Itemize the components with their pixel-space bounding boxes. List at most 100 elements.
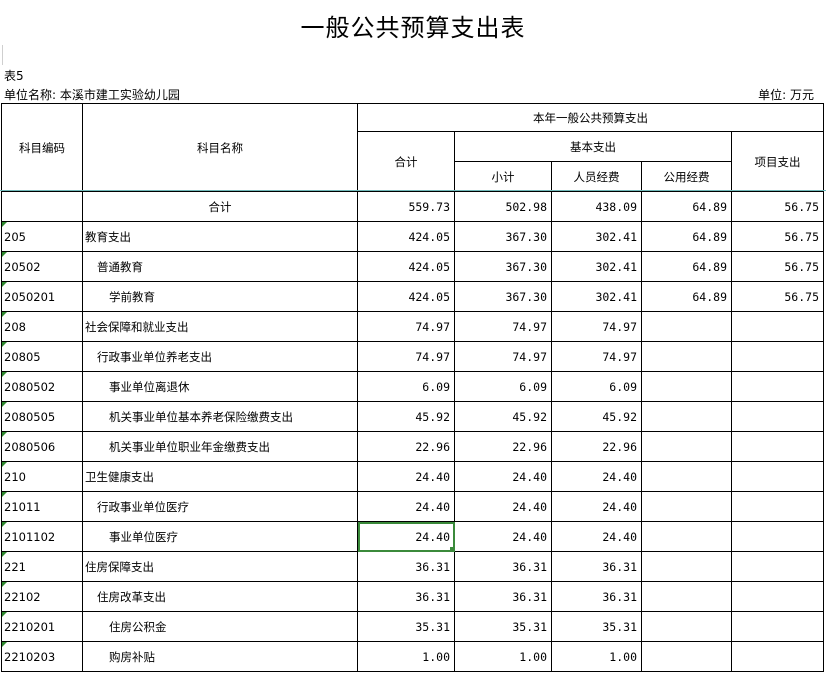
cell-name[interactable]: 事业单位医疗 xyxy=(82,521,358,552)
cell-total[interactable]: 24.40 xyxy=(357,461,455,492)
cell-personnel[interactable]: 36.31 xyxy=(551,551,642,582)
cell-code[interactable]: 2210201 xyxy=(1,611,83,642)
cell-subtotal[interactable]: 74.97 xyxy=(454,341,552,372)
cell-total[interactable]: 35.31 xyxy=(357,611,455,642)
cell-project[interactable] xyxy=(731,491,824,522)
cell-personnel[interactable]: 438.09 xyxy=(551,191,642,222)
cell-personnel[interactable]: 302.41 xyxy=(551,221,642,252)
cell-public[interactable]: 64.89 xyxy=(641,281,732,312)
cell-name[interactable]: 卫生健康支出 xyxy=(82,461,358,492)
cell-name[interactable]: 机关事业单位职业年金缴费支出 xyxy=(82,431,358,462)
cell-name[interactable]: 购房补贴 xyxy=(82,641,358,672)
cell-name[interactable]: 行政事业单位养老支出 xyxy=(82,341,358,372)
cell-code[interactable]: 205 xyxy=(1,221,83,252)
cell-personnel[interactable]: 302.41 xyxy=(551,281,642,312)
cell-personnel[interactable]: 22.96 xyxy=(551,431,642,462)
cell-project[interactable] xyxy=(731,341,824,372)
cell-code[interactable]: 20502 xyxy=(1,251,83,282)
cell-total[interactable]: 36.31 xyxy=(357,581,455,612)
cell-personnel[interactable]: 24.40 xyxy=(551,491,642,522)
cell-code[interactable]: 2050201 xyxy=(1,281,83,312)
cell-name[interactable]: 教育支出 xyxy=(82,221,358,252)
cell-code[interactable]: 221 xyxy=(1,551,83,582)
header-project[interactable]: 项目支出 xyxy=(731,131,824,192)
cell-name[interactable]: 住房改革支出 xyxy=(82,581,358,612)
cell-personnel[interactable]: 1.00 xyxy=(551,641,642,672)
cell-project[interactable] xyxy=(731,401,824,432)
cell-public[interactable]: 64.89 xyxy=(641,251,732,282)
header-name[interactable]: 科目名称 xyxy=(82,103,358,192)
cell-total[interactable]: 74.97 xyxy=(357,341,455,372)
cell-public[interactable] xyxy=(641,431,732,462)
cell-code[interactable]: 208 xyxy=(1,311,83,342)
cell-project[interactable] xyxy=(731,521,824,552)
cell-project[interactable] xyxy=(731,611,824,642)
cell-name[interactable]: 合计 xyxy=(82,191,358,222)
header-subtotal[interactable]: 小计 xyxy=(454,161,552,192)
cell-subtotal[interactable]: 22.96 xyxy=(454,431,552,462)
cell-subtotal[interactable]: 24.40 xyxy=(454,461,552,492)
cell-total[interactable]: 6.09 xyxy=(357,371,455,402)
cell-personnel[interactable]: 74.97 xyxy=(551,311,642,342)
cell-code[interactable]: 22102 xyxy=(1,581,83,612)
cell-subtotal[interactable]: 367.30 xyxy=(454,221,552,252)
cell-name[interactable]: 机关事业单位基本养老保险缴费支出 xyxy=(82,401,358,432)
cell-public[interactable] xyxy=(641,521,732,552)
cell-name[interactable]: 普通教育 xyxy=(82,251,358,282)
cell-public[interactable] xyxy=(641,311,732,342)
cell-public[interactable] xyxy=(641,341,732,372)
cell-subtotal[interactable]: 36.31 xyxy=(454,551,552,582)
cell-public[interactable] xyxy=(641,551,732,582)
cell-project[interactable] xyxy=(731,641,824,672)
cell-project[interactable] xyxy=(731,551,824,582)
cell-project[interactable] xyxy=(731,581,824,612)
cell-name[interactable]: 住房公积金 xyxy=(82,611,358,642)
cell-project[interactable] xyxy=(731,311,824,342)
header-code[interactable]: 科目编码 xyxy=(1,103,83,192)
cell-public[interactable]: 64.89 xyxy=(641,221,732,252)
cell-public[interactable] xyxy=(641,581,732,612)
cell-public[interactable] xyxy=(641,371,732,402)
cell-personnel[interactable]: 6.09 xyxy=(551,371,642,402)
cell-total[interactable]: 36.31 xyxy=(357,551,455,582)
cell-name[interactable]: 社会保障和就业支出 xyxy=(82,311,358,342)
cell-project[interactable]: 56.75 xyxy=(731,281,824,312)
cell-code[interactable]: 2210203 xyxy=(1,641,83,672)
cell-personnel[interactable]: 36.31 xyxy=(551,581,642,612)
cell-total[interactable]: 22.96 xyxy=(357,431,455,462)
cell-project[interactable] xyxy=(731,371,824,402)
cell-name[interactable]: 行政事业单位医疗 xyxy=(82,491,358,522)
cell-code[interactable]: 20805 xyxy=(1,341,83,372)
cell-name[interactable]: 事业单位离退休 xyxy=(82,371,358,402)
cell-subtotal[interactable]: 1.00 xyxy=(454,641,552,672)
cell-total[interactable]: 559.73 xyxy=(357,191,455,222)
cell-project[interactable] xyxy=(731,461,824,492)
cell-total[interactable]: 45.92 xyxy=(357,401,455,432)
cell-personnel[interactable]: 35.31 xyxy=(551,611,642,642)
cell-project[interactable]: 56.75 xyxy=(731,191,824,222)
cell-subtotal[interactable]: 367.30 xyxy=(454,251,552,282)
cell-public[interactable] xyxy=(641,611,732,642)
cell-code[interactable]: 2080502 xyxy=(1,371,83,402)
cell-personnel[interactable]: 45.92 xyxy=(551,401,642,432)
cell-name[interactable]: 学前教育 xyxy=(82,281,358,312)
cell-total[interactable]: 424.05 xyxy=(357,221,455,252)
cell-personnel[interactable]: 74.97 xyxy=(551,341,642,372)
cell-project[interactable] xyxy=(731,431,824,462)
cell-public[interactable] xyxy=(641,461,732,492)
cell-code[interactable] xyxy=(1,191,83,222)
cell-project[interactable]: 56.75 xyxy=(731,251,824,282)
cell-subtotal[interactable]: 45.92 xyxy=(454,401,552,432)
cell-personnel[interactable]: 24.40 xyxy=(551,461,642,492)
cell-code[interactable]: 2080505 xyxy=(1,401,83,432)
header-basic[interactable]: 基本支出 xyxy=(454,131,732,162)
cell-subtotal[interactable]: 74.97 xyxy=(454,311,552,342)
cell-code[interactable]: 210 xyxy=(1,461,83,492)
cell-name[interactable]: 住房保障支出 xyxy=(82,551,358,582)
cell-total[interactable]: 24.40 xyxy=(357,521,455,552)
cell-public[interactable] xyxy=(641,401,732,432)
cell-subtotal[interactable]: 24.40 xyxy=(454,521,552,552)
cell-subtotal[interactable]: 35.31 xyxy=(454,611,552,642)
cell-total[interactable]: 74.97 xyxy=(357,311,455,342)
cell-total[interactable]: 1.00 xyxy=(357,641,455,672)
